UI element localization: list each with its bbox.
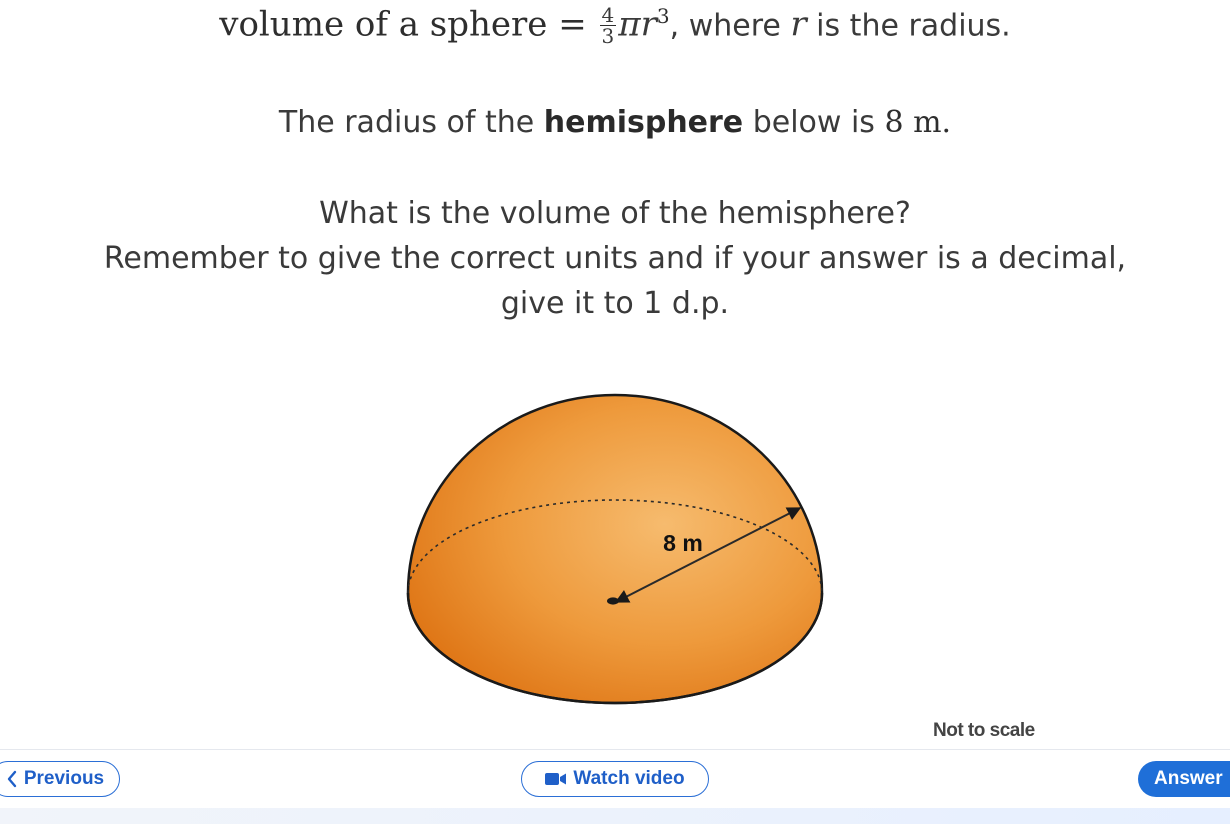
line1-post: below is [743,105,885,140]
previous-button[interactable]: Previous [0,761,120,797]
hemisphere-bold: hemisphere [543,105,744,140]
fraction: 43 [599,3,617,49]
radius-value: 8 m. [884,105,952,140]
footer-divider [0,749,1230,750]
formula-tail-end: is the radius. [806,8,1011,44]
video-camera-icon [545,772,567,786]
pi-symbol: π [618,4,641,45]
radius-variable-2: r [790,4,807,45]
fraction-denominator: 3 [601,24,615,49]
question-instructions: Remember to give the correct units and i… [103,241,1127,276]
radius-label: 8 m [663,530,703,556]
chevron-left-icon [6,770,18,788]
previous-label: Previous [23,768,105,789]
question-instructions-2: give it to 1 d.p. [500,286,730,321]
formula-line: volume of a sphere = 4 3 πr3, where r is t… [0,4,1230,46]
question-prompt: What is the volume of the hemisphere? [319,196,911,231]
power-exponent: 3 [656,4,670,28]
hemisphere-dome [406,393,824,705]
formula-lhs: volume of a sphere = [219,4,598,45]
not-to-scale-note: Not to scale [933,720,1035,741]
answer-label: Answer [1154,768,1223,789]
formula-tail: , where [669,8,791,44]
bottom-band [0,808,1230,824]
answer-button[interactable]: Answer [1138,761,1230,797]
watch-video-button[interactable]: Watch video [521,761,709,797]
watch-video-label: Watch video [573,768,685,789]
hemisphere-diagram: 8 m [406,393,824,705]
line1-pre: The radius of the [278,105,544,140]
radius-variable: r [640,4,657,45]
question-radius-line: The radius of the hemisphere below is 8 … [0,105,1230,140]
fraction-numerator: 4 [599,3,617,28]
